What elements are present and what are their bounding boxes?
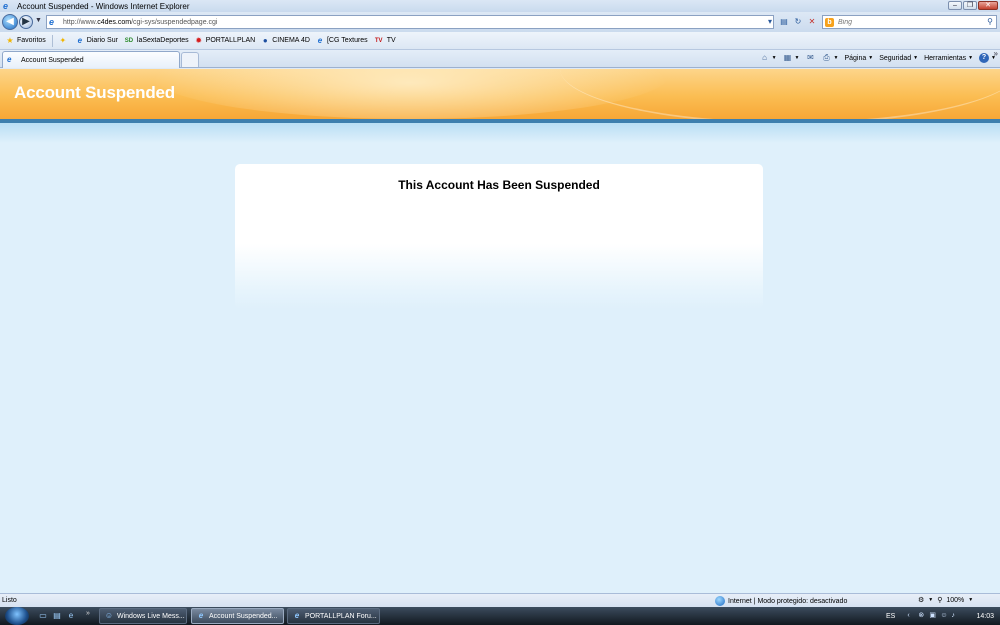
start-button[interactable] bbox=[5, 607, 29, 625]
quick-launch-chevron-icon[interactable]: » bbox=[86, 610, 90, 617]
zoom-control[interactable]: ⚙ ▼ ⚲ 100% ▼ bbox=[918, 596, 973, 605]
search-box[interactable]: b ⚲ bbox=[822, 15, 997, 29]
restore-button[interactable]: ❐ bbox=[963, 1, 977, 10]
taskbar-button-portallplan[interactable]: e PORTALLPLAN Foru... bbox=[287, 608, 380, 624]
ie-icon: e bbox=[294, 611, 300, 620]
favorite-link-portallplan[interactable]: ✹ PORTALLPLAN bbox=[194, 35, 255, 46]
address-url[interactable]: http://www.c4des.com/cgi-sys/suspendedpa… bbox=[63, 19, 217, 26]
add-favorites-button[interactable]: ✦ bbox=[58, 36, 70, 46]
home-button[interactable]: ⌂ ▼ bbox=[760, 53, 776, 63]
red-gear-icon: ✹ bbox=[195, 35, 203, 45]
command-bar: ⌂ ▼ ▦ ▼ ✉ ⎙ ▼ Página ▼ Seguridad ▼ Herramient… bbox=[760, 53, 996, 63]
message-card: This Account Has Been Suspended bbox=[235, 164, 763, 309]
switch-windows-icon[interactable]: ▤ bbox=[52, 611, 62, 621]
show-desktop-icon[interactable]: ▭ bbox=[38, 611, 48, 621]
system-tray: ES ‹ ⊗ ▣ ☺ ♪ 14:03 bbox=[880, 607, 1000, 625]
window-title: Account Suspended - Windows Internet Exp… bbox=[17, 1, 190, 11]
mail-icon: ✉ bbox=[807, 53, 814, 62]
language-indicator[interactable]: ES bbox=[886, 613, 895, 620]
feeds-button[interactable]: ▦ ▼ bbox=[783, 53, 800, 63]
minimize-button[interactable]: – bbox=[948, 1, 962, 10]
page-banner: Account Suspended bbox=[0, 69, 1000, 119]
page-content: Account Suspended This Account Has Been … bbox=[0, 69, 1000, 593]
recent-pages-dropdown[interactable]: ▼ bbox=[35, 17, 42, 24]
forward-button[interactable]: ▶ bbox=[19, 15, 33, 29]
tools-menu[interactable]: Herramientas ▼ bbox=[924, 55, 973, 62]
favorite-link-tv[interactable]: TV TV bbox=[373, 36, 396, 46]
sd-icon: SD bbox=[124, 37, 134, 44]
ie-page-icon: e bbox=[7, 55, 12, 64]
tray-icons: ‹ ⊗ ▣ ☺ ♪ bbox=[907, 612, 959, 620]
feeds-icon: ▦ bbox=[783, 53, 792, 62]
favorite-link-cinema4d[interactable]: ● CINEMA 4D bbox=[260, 36, 310, 46]
refresh-icon[interactable]: ↻ bbox=[792, 15, 804, 28]
tv-icon: TV bbox=[374, 37, 383, 44]
banner-title: Account Suspended bbox=[14, 83, 175, 102]
window-titlebar[interactable]: e Account Suspended - Windows Internet E… bbox=[0, 0, 1000, 12]
home-icon: ⌂ bbox=[762, 53, 768, 62]
print-icon: ⎙ bbox=[823, 53, 830, 62]
messenger-icon: ☺ bbox=[104, 611, 114, 620]
security-zone[interactable]: Internet | Modo protegido: desactivado bbox=[715, 596, 847, 606]
security-alert-icon[interactable]: ⊗ bbox=[918, 612, 926, 620]
address-bar[interactable]: e http://www.c4des.com/cgi-sys/suspended… bbox=[46, 15, 774, 29]
add-favorite-star-icon: ✦ bbox=[59, 35, 67, 45]
taskbar-button-live-messenger[interactable]: ☺ Windows Live Mess... bbox=[99, 608, 187, 624]
ie-logo-icon: e bbox=[3, 1, 9, 11]
ie-quicklaunch-icon[interactable]: e bbox=[66, 611, 76, 621]
address-actions: ▾ ▤ ↻ ✕ bbox=[764, 15, 818, 28]
toolbar-overflow-chevron-icon[interactable]: » bbox=[994, 49, 998, 58]
bing-icon: b bbox=[825, 17, 834, 27]
status-tools-icon[interactable]: ⚙ bbox=[918, 596, 924, 604]
close-window-button[interactable]: ✕ bbox=[978, 1, 998, 10]
address-dropdown-icon[interactable]: ▾ bbox=[764, 15, 776, 28]
compatibility-view-icon[interactable]: ▤ bbox=[778, 15, 790, 28]
status-bar: Listo Internet | Modo protegido: desacti… bbox=[0, 593, 1000, 607]
new-tab-button[interactable] bbox=[181, 52, 199, 67]
search-input[interactable] bbox=[838, 18, 978, 26]
favorites-separator bbox=[51, 34, 53, 47]
help-icon: ? bbox=[979, 53, 990, 63]
print-button[interactable]: ⎙ ▼ bbox=[822, 53, 838, 63]
quick-launch: ▭ ▤ e bbox=[38, 611, 76, 621]
banner-fade bbox=[0, 123, 1000, 143]
messenger-tray-icon[interactable]: ☺ bbox=[940, 612, 948, 620]
internet-zone-icon bbox=[715, 596, 725, 606]
clock[interactable]: 14:03 bbox=[976, 613, 994, 620]
window-controls: – ❐ ✕ bbox=[948, 1, 998, 10]
suspended-heading: This Account Has Been Suspended bbox=[398, 178, 600, 192]
zoom-icon: ⚲ bbox=[937, 597, 943, 604]
navigation-bar: ◀ ▶ ▼ e http://www.c4des.com/cgi-sys/sus… bbox=[0, 12, 1000, 32]
favorite-link-diario-sur[interactable]: e Diario Sur bbox=[75, 36, 118, 46]
status-text: Listo bbox=[2, 597, 17, 604]
globe-icon: ● bbox=[262, 35, 268, 45]
stop-icon[interactable]: ✕ bbox=[806, 15, 818, 28]
page-menu[interactable]: Página ▼ bbox=[844, 55, 873, 62]
taskbar: ▭ ▤ e » ☺ Windows Live Mess... e Account… bbox=[0, 607, 1000, 625]
search-icon[interactable]: ⚲ bbox=[987, 17, 993, 26]
safety-menu[interactable]: Seguridad ▼ bbox=[879, 55, 918, 62]
mail-button[interactable]: ✉ bbox=[806, 53, 816, 63]
ie-page-icon: e bbox=[77, 35, 83, 45]
tab-row: e Account Suspended ⌂ ▼ ▦ ▼ ✉ ⎙ ▼ Página ▼ S… bbox=[0, 50, 1000, 68]
zoom-level[interactable]: 100% bbox=[946, 597, 964, 604]
favorite-link-cgtextures[interactable]: e [CG Textures bbox=[315, 36, 368, 46]
page-icon: e bbox=[49, 17, 55, 27]
taskbar-button-account-suspended[interactable]: e Account Suspended... bbox=[191, 608, 284, 624]
favorite-link-lasextadeportes[interactable]: SD laSextaDeportes bbox=[123, 36, 189, 46]
ie-page-icon: e bbox=[317, 35, 323, 45]
ie-icon: e bbox=[198, 611, 204, 620]
back-button[interactable]: ◀ bbox=[2, 14, 18, 30]
favorites-bar: ★ Favoritos ✦ e Diario Sur SD laSextaDep… bbox=[0, 32, 1000, 50]
volume-icon[interactable]: ♪ bbox=[951, 612, 959, 620]
network-icon[interactable]: ▣ bbox=[929, 612, 937, 620]
tray-expand-icon[interactable]: ‹ bbox=[907, 612, 915, 620]
banner-swoosh-line bbox=[560, 69, 1000, 119]
tab-account-suspended[interactable]: e Account Suspended bbox=[2, 51, 180, 68]
favorites-button[interactable]: ★ Favoritos bbox=[5, 35, 45, 46]
star-icon: ★ bbox=[6, 35, 14, 45]
